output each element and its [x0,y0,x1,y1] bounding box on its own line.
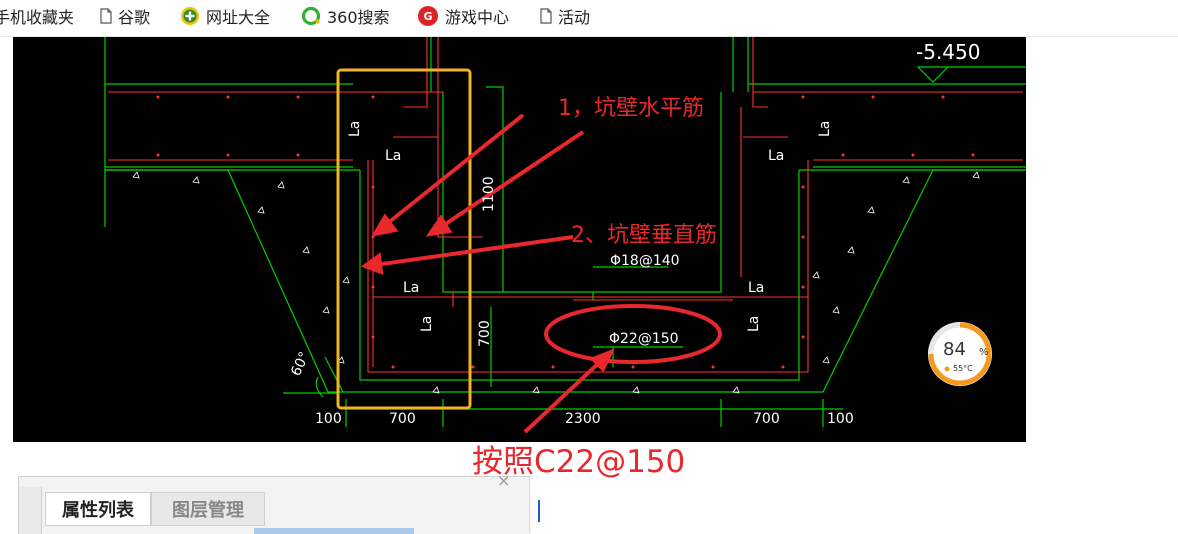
annotation-arrows [360,113,615,434]
page-icon [540,8,552,24]
cad-canvas: La La La La La La La La 1100 700 60° Φ18… [104,37,1026,434]
panel-divider [529,476,538,533]
svg-text:G: G [423,10,432,23]
game-icon: G [418,6,438,26]
bottom-dimension: 2300 [565,411,601,427]
thermometer-icon [944,366,950,372]
rebar-top-label: Φ18@140 [610,253,680,269]
bottom-dimension: 100 [315,411,342,427]
bookmark-mobile-favorites[interactable]: 手机收藏夹 [0,0,74,32]
rebar-lines [108,37,1023,373]
la-label: La [748,280,764,296]
gauge-unit: % [979,347,989,358]
la-label: La [403,280,419,296]
360-icon [301,6,321,26]
properties-panel: 属性列表 图层管理 × [18,471,531,534]
selected-row[interactable] [254,528,414,534]
dimension-700-vertical: 700 [477,320,493,347]
bookmark-label: 360搜索 [327,8,390,27]
bookmark-web-directory[interactable]: 网址大全 [180,0,270,32]
gauge-value: 84 [943,339,966,360]
close-icon[interactable]: × [497,471,510,490]
dimension-1100: 1100 [481,176,497,212]
annotation-horizontal-rebar: 1，坑壁水平筋 [558,96,704,121]
annotation-vertical-rebar: 2、坑壁垂直筋 [571,223,717,248]
elevation-label: -5.450 [916,40,980,64]
green-plus-icon [181,7,199,25]
cad-drawing: La La La La La La La La 1100 700 60° Φ18… [13,37,1026,442]
bottom-dimension: 700 [753,411,780,427]
performance-gauge[interactable]: 84 % 55°C [928,322,992,386]
la-label: La [746,316,762,332]
bookmark-activities[interactable]: 活动 [540,0,590,32]
rebar-bottom-label: Φ22@150 [609,331,679,347]
tab-properties-list[interactable]: 属性列表 [45,492,151,526]
bookmark-label: 网址大全 [206,8,271,27]
text-cursor [538,500,540,522]
la-label: La [419,316,435,332]
bookmark-label: 手机收藏夹 [0,8,75,27]
la-label: La [768,148,784,164]
la-label: La [385,148,401,164]
la-label: La [347,121,363,137]
bookmark-label: 游戏中心 [445,8,510,27]
hatch-dots [156,95,975,369]
bottom-dimension: 100 [827,411,854,427]
bookmark-360-search[interactable]: 360搜索 [301,0,390,32]
tab-layer-management[interactable]: 图层管理 [151,492,265,526]
bookmarks-bar: 手机收藏夹 谷歌 网址大全 360搜索 G 游戏中心 活动 [0,0,1178,37]
bookmark-label: 活动 [558,8,591,27]
gauge-temp: 55°C [953,364,973,373]
page-icon [100,8,112,24]
panel-side-strip [19,487,42,534]
bookmark-game-center[interactable]: G 游戏中心 [417,0,509,32]
bookmark-google[interactable]: 谷歌 [100,0,150,32]
bookmark-label: 谷歌 [118,8,151,27]
la-label: La [817,121,833,137]
bottom-dimension: 700 [389,411,416,427]
angle-label: 60° [288,349,313,378]
concrete-marks [132,171,980,394]
